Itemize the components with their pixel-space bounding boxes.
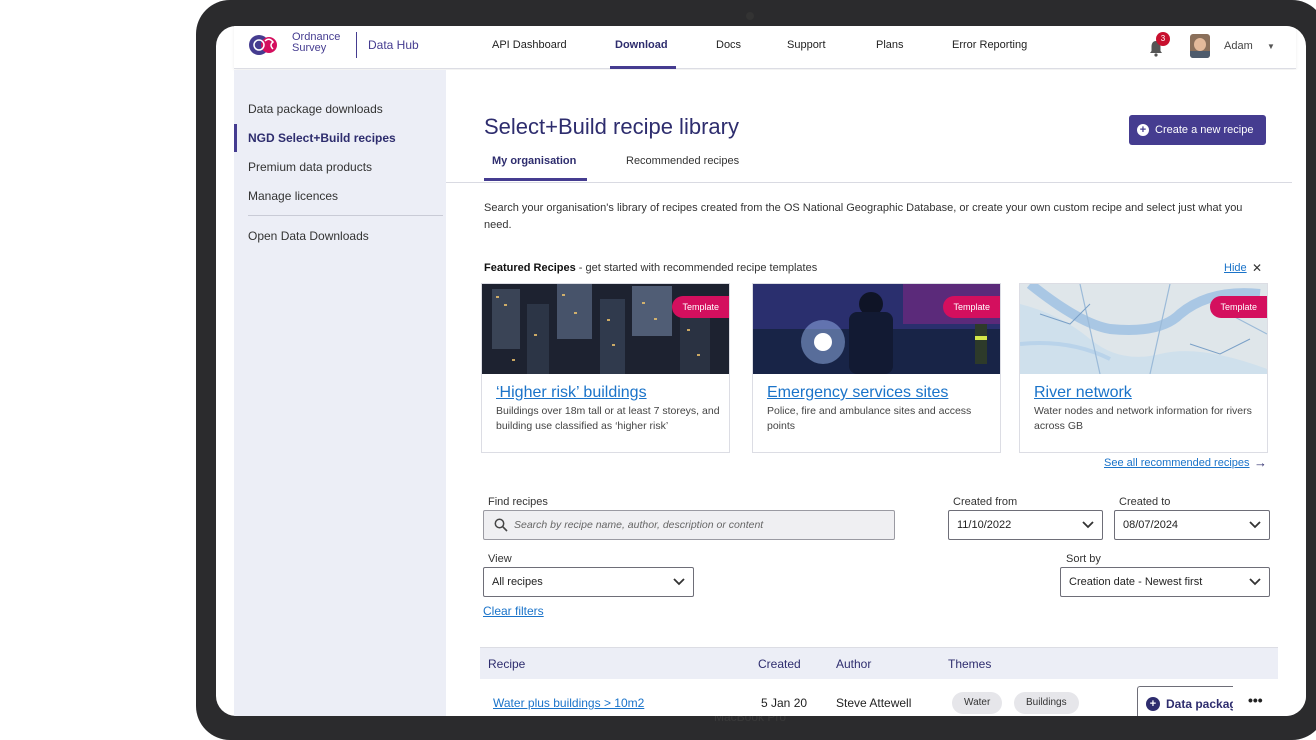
table-header: Recipe Created Author Themes [480,647,1278,679]
notification-badge: 3 [1156,32,1170,46]
recipe-name-link[interactable]: Water plus buildings > 10m2 [493,696,644,710]
user-name[interactable]: Adam [1224,40,1253,52]
sort-by-label: Sort by [1066,553,1101,565]
top-navigation: Ordnance Survey Data Hub API Dashboard D… [234,26,1296,69]
chevron-down-icon [1082,521,1094,529]
chevron-down-icon[interactable]: ▼ [1267,42,1275,51]
product-name[interactable]: Data Hub [368,38,419,52]
create-recipe-label: Create a new recipe [1155,124,1254,136]
featured-heading-bold: Featured Recipes [484,262,576,274]
tab-my-organisation[interactable]: My organisation [492,155,576,167]
nav-support[interactable]: Support [787,39,826,51]
ordnance-survey-logo-icon[interactable] [248,30,278,60]
created-to-label: Created to [1119,496,1171,508]
data-package-label: Data package [1166,697,1233,711]
intro-text: Search your organisation's library of re… [484,202,1243,231]
sidebar-item-ngd-select-build[interactable]: NGD Select+Build recipes [248,131,396,145]
column-header-recipe[interactable]: Recipe [488,657,525,671]
plus-icon: + [1146,697,1160,711]
chevron-down-icon [673,578,685,586]
nav-plans[interactable]: Plans [876,39,904,51]
close-icon[interactable]: ✕ [1252,261,1262,275]
theme-pill: Buildings [1014,692,1079,714]
featured-heading-rest: - get started with recommended recipe te… [575,262,818,274]
sidebar-active-indicator [234,124,237,152]
featured-card-river-network[interactable]: Template River network Water nodes and n… [1019,283,1268,453]
created-date: 5 Jan 20 [761,696,808,710]
brand-line-2: Survey [292,42,327,54]
avatar[interactable] [1190,34,1210,58]
create-recipe-button[interactable]: + Create a new recipe [1129,115,1266,145]
page-title: Select+Build recipe library [484,114,739,139]
sidebar-item-open-data[interactable]: Open Data Downloads [248,229,369,243]
tab-recommended-recipes[interactable]: Recommended recipes [626,155,739,167]
author-name: Steve Attewell [836,696,912,710]
brand-name: Ordnance Survey [292,32,340,54]
view-value: All recipes [492,576,543,588]
sort-by-select[interactable]: Creation date - Newest first [1060,567,1270,597]
template-badge: Template [943,296,1000,318]
arrow-right-icon[interactable]: → [1254,455,1267,470]
screen: Ordnance Survey Data Hub API Dashboard D… [216,26,1306,716]
logo-divider [356,32,357,58]
plus-icon: + [1137,124,1149,136]
sort-by-value: Creation date - Newest first [1069,576,1203,588]
featured-card-higher-risk[interactable]: Template ‘Higher risk’ buildings Buildin… [481,283,730,453]
column-header-created[interactable]: Created [758,657,801,671]
data-package-button[interactable]: + Data package [1137,686,1233,716]
featured-heading: Featured Recipes - get started with reco… [484,262,817,274]
search-icon [494,518,508,532]
active-tab-indicator [484,178,587,181]
card-title[interactable]: River network [1034,384,1132,402]
clear-filters-link[interactable]: Clear filters [483,604,544,618]
card-description: Police, fire and ambulance sites and acc… [767,405,972,432]
sidebar-divider [248,215,443,216]
theme-pill: Water [952,692,1003,714]
nav-download[interactable]: Download [615,39,668,51]
sidebar-item-data-package-downloads[interactable]: Data package downloads [248,102,383,116]
webcam [746,12,754,20]
table-row: Water plus buildings > 10m2 5 Jan 20 Ste… [480,682,1278,716]
column-header-author[interactable]: Author [836,657,871,671]
more-options-icon[interactable]: ••• [1248,692,1263,708]
nav-docs[interactable]: Docs [716,39,741,51]
featured-card-emergency[interactable]: Template Emergency services sites Police… [752,283,1001,453]
search-placeholder: Search by recipe name, author, descripti… [514,519,764,531]
sidebar-item-manage-licences[interactable]: Manage licences [248,189,338,203]
created-from-select[interactable]: 11/10/2022 [948,510,1103,540]
chevron-down-icon [1249,521,1261,529]
template-badge: Template [672,296,729,318]
see-all-recommended-link[interactable]: See all recommended recipes [1104,457,1250,469]
created-from-label: Created from [953,496,1018,508]
avatar-face [1194,38,1206,51]
card-title[interactable]: ‘Higher risk’ buildings [496,384,647,402]
view-label: View [488,553,512,565]
tabs-divider [446,182,1292,183]
nav-error-reporting[interactable]: Error Reporting [952,39,1027,51]
created-to-select[interactable]: 08/07/2024 [1114,510,1270,540]
search-input[interactable]: Search by recipe name, author, descripti… [483,510,895,540]
card-description: Water nodes and network information for … [1034,405,1252,432]
card-description: Buildings over 18m tall or at least 7 st… [496,405,720,432]
template-badge: Template [1210,296,1267,318]
chevron-down-icon [1249,578,1261,586]
view-select[interactable]: All recipes [483,567,694,597]
main-content: Select+Build recipe library + Create a n… [446,70,1306,716]
sidebar: Data package downloads NGD Select+Build … [234,70,446,716]
active-nav-indicator [610,66,676,69]
hide-featured-link[interactable]: Hide [1224,262,1247,274]
created-to-value: 08/07/2024 [1123,519,1179,531]
created-from-value: 11/10/2022 [957,519,1012,531]
card-title[interactable]: Emergency services sites [767,384,948,402]
nav-api-dashboard[interactable]: API Dashboard [492,39,567,51]
avatar-body [1190,51,1210,58]
sidebar-item-premium-data[interactable]: Premium data products [248,160,372,174]
find-recipes-label: Find recipes [488,496,548,508]
column-header-themes[interactable]: Themes [948,657,991,671]
